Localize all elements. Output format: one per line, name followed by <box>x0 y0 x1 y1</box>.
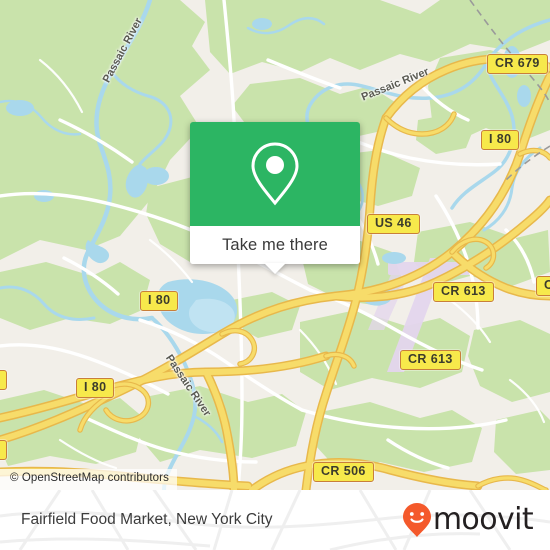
road-shield-i-80[interactable]: I 80 <box>76 378 115 398</box>
road-shield-cr-679[interactable]: CR 679 <box>487 54 548 74</box>
road-shield-partial-right[interactable]: C <box>536 276 550 296</box>
card-pointer-tail <box>264 263 286 274</box>
osm-attribution: © OpenStreetMap contributors <box>0 469 177 490</box>
road-shield-cr-613[interactable]: CR 613 <box>400 350 461 370</box>
road-shield-partial-left[interactable]: 0 <box>0 370 8 390</box>
road-shield-cr-613[interactable]: CR 613 <box>433 282 494 302</box>
bottom-bar: Fairfield Food Market, New York City moo… <box>0 490 550 550</box>
moovit-logo[interactable]: moovit <box>402 502 534 538</box>
moovit-wordmark: moovit <box>432 502 534 537</box>
road-shield-partial-left[interactable]: 0 <box>0 440 8 460</box>
road-shield-i-80[interactable]: I 80 <box>481 130 520 150</box>
card-action-area[interactable]: Take me there <box>190 226 360 274</box>
take-me-there-label: Take me there <box>222 235 328 254</box>
moovit-smiley-pin-icon <box>402 503 431 537</box>
card-icon-area <box>190 122 360 226</box>
screenshot-root: Passaic River Passaic River Passaic Rive… <box>0 0 550 550</box>
map-canvas[interactable]: Passaic River Passaic River Passaic Rive… <box>0 0 550 490</box>
map-pin-icon <box>251 142 299 206</box>
road-shield-i-80[interactable]: I 80 <box>140 291 179 311</box>
road-shield-us-46[interactable]: US 46 <box>367 214 420 234</box>
take-me-there-card[interactable]: Take me there <box>190 122 360 274</box>
road-shield-cr-506[interactable]: CR 506 <box>313 462 374 482</box>
location-title: Fairfield Food Market, New York City <box>21 511 273 528</box>
